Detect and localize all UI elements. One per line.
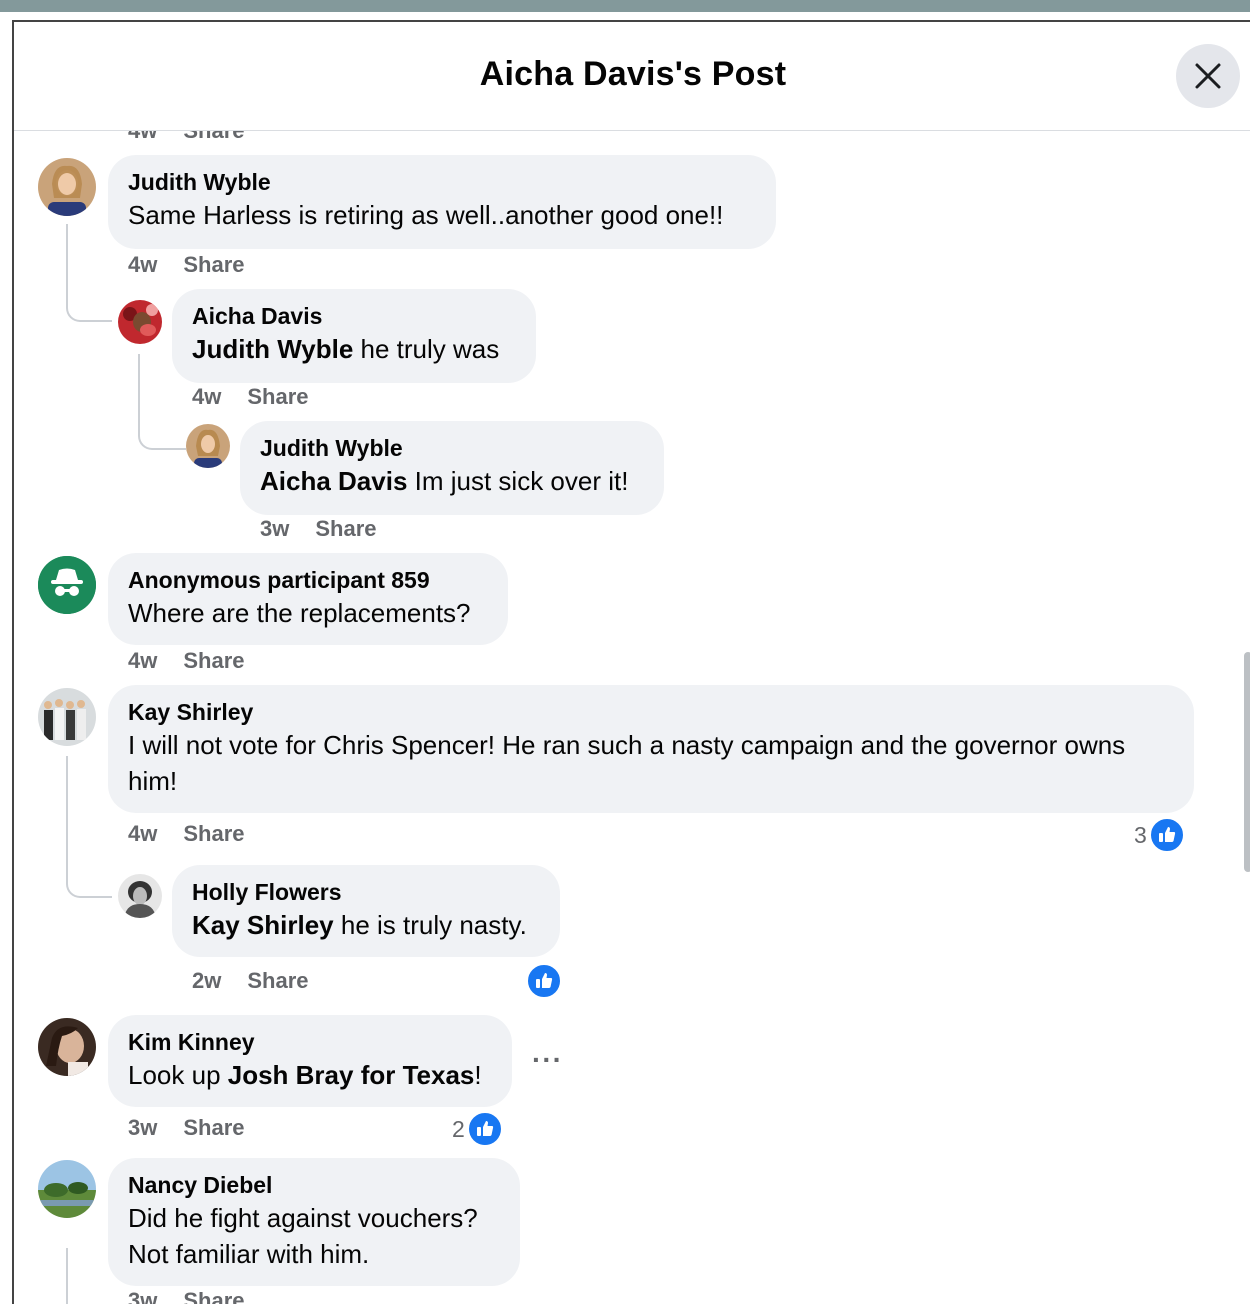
comment-time[interactable]: 4w <box>128 252 157 277</box>
share-link[interactable]: Share <box>183 821 244 846</box>
share-link[interactable]: Share <box>247 968 308 993</box>
comment-time[interactable]: 3w <box>260 516 289 541</box>
commenter-name[interactable]: Judith Wyble <box>128 167 756 197</box>
share-link[interactable]: Share <box>183 1115 244 1140</box>
commenter-name[interactable]: Nancy Diebel <box>128 1170 500 1200</box>
comment-bubble: Holly Flowers Kay Shirley he is truly na… <box>172 865 560 957</box>
avatar[interactable] <box>38 688 96 746</box>
comment-text: Kay Shirley he is truly nasty. <box>192 910 527 940</box>
comment-meta: 2w Share <box>192 968 335 994</box>
close-button[interactable] <box>1176 44 1240 108</box>
comment-text: Aicha Davis Im just sick over it! <box>260 466 629 496</box>
reaction-number: 2 <box>452 1115 465 1142</box>
comment-meta: 3w Share <box>260 516 403 542</box>
comment-time[interactable]: 4w <box>128 648 157 673</box>
comment-time[interactable]: 4w <box>128 821 157 846</box>
comment-time[interactable]: 2w <box>192 968 221 993</box>
post-dialog: 4w Share Judith Wyble Same Harless is ret… <box>12 20 1250 1304</box>
share-link[interactable]: Share <box>315 516 376 541</box>
thread-connector <box>66 224 112 322</box>
scrollbar[interactable] <box>1244 652 1250 872</box>
comment-meta: 4w Share <box>192 384 335 410</box>
comment-text: I will not vote for Chris Spencer! He ra… <box>128 730 1126 796</box>
comment-bubble: Kay Shirley I will not vote for Chris Sp… <box>108 685 1194 813</box>
more-options-button[interactable]: ··· <box>532 1044 563 1076</box>
commenter-name[interactable]: Holly Flowers <box>192 877 540 907</box>
share-link[interactable]: Share <box>247 384 308 409</box>
comment-bubble: Aicha Davis Judith Wyble he truly was <box>172 289 536 383</box>
like-icon <box>466 1111 503 1147</box>
comment-bubble: Judith Wyble Same Harless is retiring as… <box>108 155 776 249</box>
mention-link[interactable]: Aicha Davis <box>260 466 407 496</box>
dialog-title: Aicha Davis's Post <box>479 55 787 93</box>
comment-text: Look up Josh Bray for Texas! <box>128 1060 482 1090</box>
comment-time[interactable]: 3w <box>128 1115 157 1140</box>
comment-bubble: Anonymous participant 859 Where are the … <box>108 553 508 645</box>
commenter-name[interactable]: Kay Shirley <box>128 697 1174 727</box>
comment-meta: 4w Share <box>128 648 271 674</box>
share-link[interactable]: Share <box>183 648 244 673</box>
like-icon <box>526 963 562 999</box>
reaction-count[interactable]: 2 <box>452 1111 503 1147</box>
window-top-strip <box>0 0 1250 12</box>
comment-time[interactable]: 4w <box>192 384 221 409</box>
avatar[interactable] <box>38 1018 96 1076</box>
avatar[interactable] <box>118 300 162 344</box>
reaction-count[interactable] <box>526 963 562 999</box>
commenter-name[interactable]: Judith Wyble <box>260 433 644 463</box>
mention-link[interactable]: Judith Wyble <box>192 334 353 364</box>
reaction-count[interactable]: 3 <box>1134 817 1185 853</box>
comment-text: Where are the replacements? <box>128 598 471 628</box>
anonymous-participant-icon <box>38 556 96 614</box>
comment-meta: 3w Share <box>128 1115 271 1141</box>
thread-connector <box>66 1248 68 1304</box>
dialog-header: Aicha Davis's Post <box>14 22 1250 131</box>
like-icon <box>1148 817 1185 853</box>
comment-bubble: Kim Kinney Look up Josh Bray for Texas! <box>108 1015 512 1107</box>
comment-text: Judith Wyble he truly was <box>192 334 500 364</box>
share-link[interactable]: Share <box>183 252 244 277</box>
avatar[interactable] <box>118 874 162 918</box>
comment-bubble: Judith Wyble Aicha Davis Im just sick ov… <box>240 421 664 515</box>
close-icon <box>1195 63 1221 89</box>
comments-list[interactable]: 4w Share Judith Wyble Same Harless is ret… <box>14 22 1250 1304</box>
comment-meta: 4w Share <box>128 252 271 278</box>
mention-link[interactable]: Josh Bray for Texas <box>228 1060 475 1090</box>
comment-meta: 4w Share <box>128 821 271 847</box>
commenter-name[interactable]: Kim Kinney <box>128 1027 492 1057</box>
comment-text: Did he fight against vouchers? Not famil… <box>128 1203 478 1269</box>
avatar[interactable] <box>186 424 230 468</box>
comment-text: Same Harless is retiring as well..anothe… <box>128 200 724 230</box>
commenter-name: Anonymous participant 859 <box>128 567 430 593</box>
reaction-number: 3 <box>1134 821 1147 848</box>
comment-bubble: Nancy Diebel Did he fight against vouche… <box>108 1158 520 1286</box>
avatar[interactable] <box>38 1160 96 1218</box>
avatar[interactable] <box>38 158 96 216</box>
thread-connector <box>66 756 112 898</box>
commenter-name[interactable]: Aicha Davis <box>192 301 516 331</box>
mention-link[interactable]: Kay Shirley <box>192 910 334 940</box>
